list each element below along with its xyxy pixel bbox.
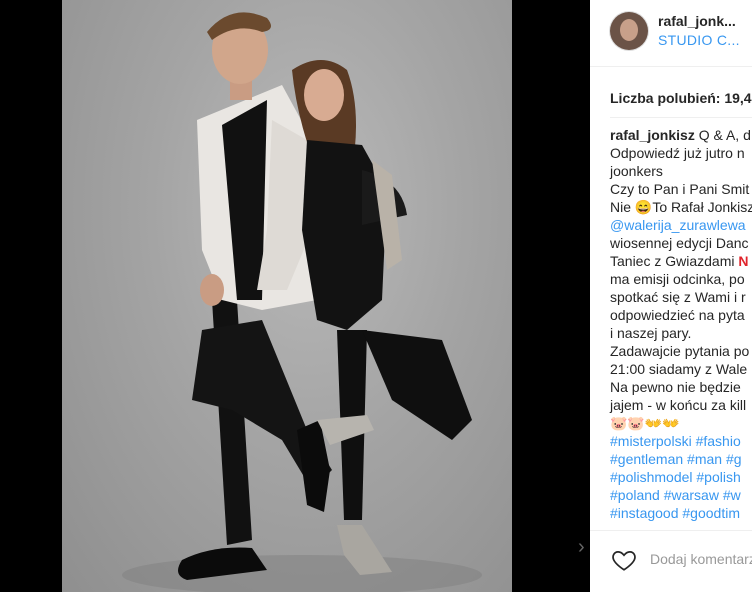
couple-photo-illustration [122,12,482,592]
caption-text: wiosennej edycji Danc [610,235,749,251]
divider [610,117,752,118]
caption-line: jajem - w końcu za kill [610,396,752,414]
left-gutter [0,0,62,592]
caption-text: joonkers [610,163,663,179]
caption-line: odpowiedzieć na pyta [610,306,752,324]
caption-text: jajem - w końcu za kill [610,397,747,413]
caption-link[interactable]: @walerija_zurawlewa [610,217,746,233]
caption-text: Odpowiedź już jutro n [610,145,745,161]
caption-link[interactable]: #gentleman #man #g [610,451,742,467]
caption-text: Nie 😄To Rafał Jonkisz [610,199,752,215]
caption-text: Czy to Pan i Pani Smit [610,181,750,197]
caption-line: ma emisji odcinka, po [610,270,752,288]
caption-line: @walerija_zurawlewa [610,216,752,234]
caption-text: spotkać się z Wami i r [610,289,746,305]
caption-line: Czy to Pan i Pani Smit [610,180,752,198]
caption-text: odpowiedzieć na pyta [610,307,745,323]
post-caption: rafal_jonkisz Q & A, d Odpowiedź już jutr… [610,126,752,522]
chevron-icon[interactable]: › [578,536,585,559]
caption-line: #polishmodel #polish [610,468,752,486]
likes-count[interactable]: Liczba polubień: 19,4 [610,90,752,106]
caption-line: Nie 😄To Rafał Jonkisz [610,198,752,216]
post-location[interactable]: STUDIO C... [658,32,740,48]
caption-line: wiosennej edycji Danc [610,234,752,252]
caption-line: 🐷🐷👐👐 [610,414,752,432]
caption-line: #poland #warsaw #w [610,486,752,504]
caption-line: #gentleman #man #g [610,450,752,468]
post-username[interactable]: rafal_jonk... [658,13,736,29]
caption-text: ma emisji odcinka, po [610,271,745,287]
caption-line: 21:00 siadamy z Wale [610,360,752,378]
comment-bar: Dodaj komentarz [590,530,752,592]
caption-line: Zadawajcie pytania po [610,342,752,360]
caption-line: i naszej pary. [610,324,752,342]
caption-text: i naszej pary. [610,325,692,341]
caption-username[interactable]: rafal_jonkisz [610,127,695,143]
post-side-panel: rafal_jonk... STUDIO C... Liczba polubie… [590,0,752,592]
caption-line: Odpowiedź już jutro n [610,144,752,162]
post-photo[interactable] [62,0,512,592]
caption-link[interactable]: #poland #warsaw #w [610,487,741,503]
caption-text: 21:00 siadamy z Wale [610,361,748,377]
caption-text: Taniec z Gwiazdami [610,253,739,269]
caption-text: 🐷🐷👐👐 [610,415,680,431]
caption-emoji: N [738,253,749,269]
caption-line: Taniec z Gwiazdami N [610,252,752,270]
caption-line: joonkers [610,162,752,180]
caption-line: Na pewno nie będzie [610,378,752,396]
caption-line: spotkać się z Wami i r [610,288,752,306]
caption-text: Zadawajcie pytania po [610,343,750,359]
add-comment-input[interactable]: Dodaj komentarz [650,551,752,567]
caption-line: rafal_jonkisz Q & A, d [610,126,752,144]
caption-line: #instagood #goodtim [610,504,752,522]
right-gutter [512,0,590,592]
avatar[interactable] [610,12,648,50]
post-header: rafal_jonk... STUDIO C... [590,0,752,67]
caption-link[interactable]: #misterpolski #fashio [610,433,741,449]
heart-outline-icon[interactable] [610,547,638,573]
caption-link[interactable]: #instagood #goodtim [610,505,740,521]
caption-text: Na pewno nie będzie [610,379,741,395]
caption-text: Q & A, d [694,127,751,143]
caption-line: #misterpolski #fashio [610,432,752,450]
caption-link[interactable]: #polishmodel #polish [610,469,741,485]
